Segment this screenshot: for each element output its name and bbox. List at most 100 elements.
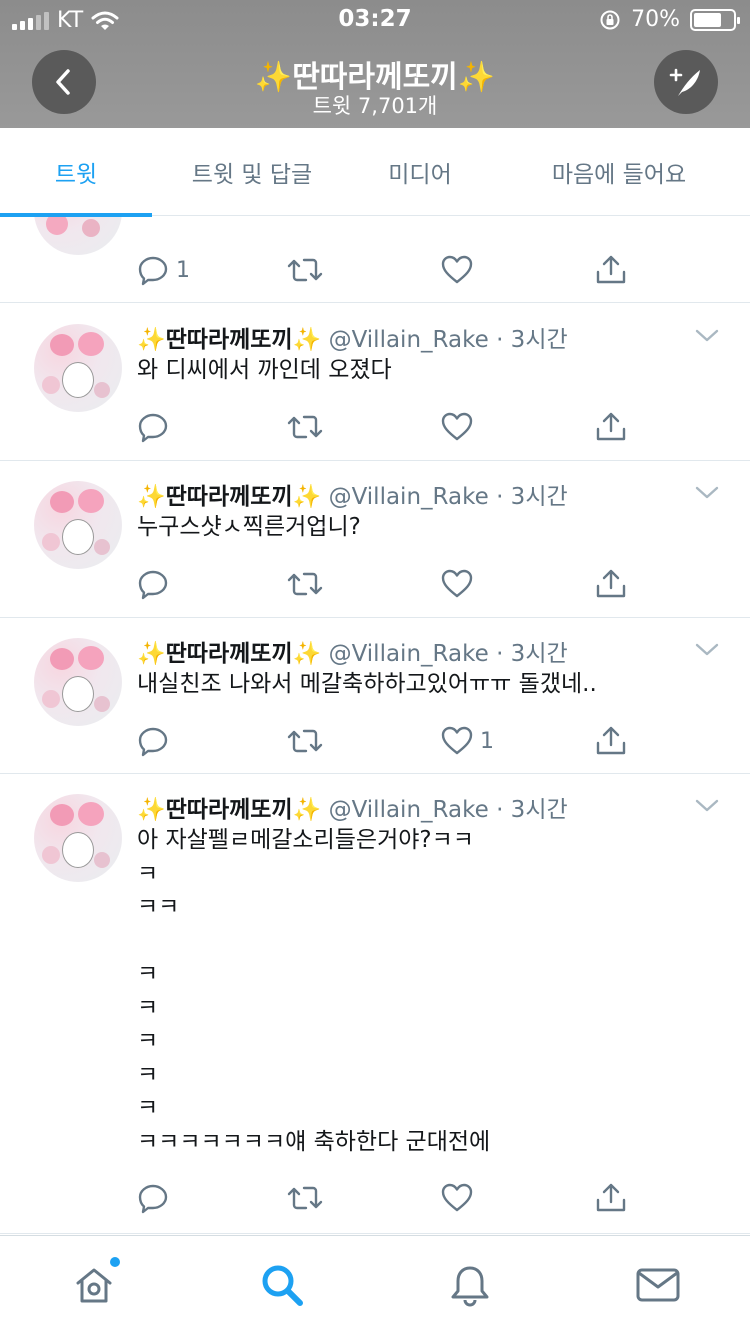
reply-button[interactable]: 1 xyxy=(136,250,190,290)
tweet-actions xyxy=(136,564,656,604)
battery-icon xyxy=(690,8,740,31)
tab-tweets-and-replies[interactable]: 트윗 및 답글 xyxy=(152,128,352,216)
reply-icon xyxy=(138,413,168,443)
display-name[interactable]: 딴따라께또끼 xyxy=(166,797,293,823)
reply-button[interactable] xyxy=(136,407,176,447)
tab-media[interactable]: 미디어 xyxy=(352,128,488,216)
reply-icon xyxy=(138,727,168,757)
like-button[interactable] xyxy=(440,250,474,290)
tweet-count: 트윗 7,701개 xyxy=(312,94,438,118)
share-button[interactable] xyxy=(594,721,628,761)
tweet-text: 누구스샷ㅅ찍른거업니? xyxy=(137,514,361,540)
profile-header: KT 03:27 70% ✨딴따라께또끼✨ 트윗 7,701개 xyxy=(0,0,750,128)
like-button[interactable] xyxy=(440,1178,480,1218)
like-count: 1 xyxy=(480,728,494,754)
tweet-feed[interactable]: 1 ✨딴따라께또끼✨ @Villain_Rake · 3시간 와 디씨에서 까인… xyxy=(0,217,750,1235)
like-button[interactable] xyxy=(440,564,480,604)
user-handle[interactable]: @Villain_Rake xyxy=(329,484,489,510)
share-button[interactable] xyxy=(594,407,628,447)
heart-icon xyxy=(441,255,473,284)
avatar[interactable] xyxy=(34,794,122,882)
user-handle[interactable]: @Villain_Rake xyxy=(329,327,489,353)
sparkles-emoji: ✨ xyxy=(137,641,166,667)
like-button[interactable]: 1 xyxy=(440,721,494,761)
compose-tweet-icon xyxy=(669,68,700,96)
tab-likes[interactable]: 마음에 들어요 xyxy=(488,128,750,216)
retweet-icon xyxy=(287,572,323,596)
tweet-text: 아 자살펠ㄹ메갈소리들은거야?ㅋㅋ ㅋ ㅋㅋ ㅋ ㅋ ㅋ ㅋ ㅋ ㅋㅋㅋㅋㅋㅋㅋ… xyxy=(137,827,491,1155)
heart-icon xyxy=(441,726,473,755)
tweet-time: · 3시간 xyxy=(496,797,568,823)
reply-button[interactable] xyxy=(136,564,176,604)
tweet-card[interactable]: ✨딴따라께또끼✨ @Villain_Rake · 3시간 아 자살펠ㄹ메갈소리들… xyxy=(0,774,750,1234)
reply-icon xyxy=(138,256,168,286)
nav-search-button[interactable] xyxy=(258,1261,306,1309)
retweet-icon xyxy=(287,1186,323,1210)
share-icon xyxy=(596,726,626,755)
bottom-tab-bar xyxy=(0,1235,750,1334)
share-icon xyxy=(596,412,626,441)
tweet-time: · 3시간 xyxy=(496,327,568,353)
home-icon xyxy=(76,1268,112,1303)
sparkles-emoji: ✨ xyxy=(137,484,166,510)
chevron-down-icon[interactable] xyxy=(694,485,720,501)
share-button[interactable] xyxy=(594,1178,628,1218)
retweet-icon xyxy=(287,415,323,439)
chevron-down-icon[interactable] xyxy=(694,642,720,658)
nav-home-button[interactable] xyxy=(70,1257,120,1309)
heart-icon xyxy=(441,569,473,598)
share-button[interactable] xyxy=(594,250,628,290)
retweet-button[interactable] xyxy=(286,1178,324,1218)
avatar[interactable] xyxy=(34,324,122,412)
retweet-button[interactable] xyxy=(286,250,324,290)
nav-notifications-button[interactable] xyxy=(446,1261,494,1309)
rotation-lock-icon xyxy=(600,10,620,29)
sparkles-emoji: ✨ xyxy=(292,797,322,823)
tweet-header: ✨딴따라께또끼✨ @Villain_Rake · 3시간 xyxy=(137,634,568,668)
display-name[interactable]: 딴따라께또끼 xyxy=(166,327,293,353)
like-button[interactable] xyxy=(440,407,480,447)
reply-button[interactable] xyxy=(136,721,176,761)
retweet-button[interactable] xyxy=(286,564,324,604)
nav-messages-button[interactable] xyxy=(634,1261,682,1309)
tweet-time: · 3시간 xyxy=(496,641,568,667)
tweet-card[interactable]: ✨딴따라께또끼✨ @Villain_Rake · 3시간 내실친조 나와서 메갈… xyxy=(0,618,750,774)
tweet-actions: 1 xyxy=(136,721,656,761)
share-button[interactable] xyxy=(594,564,628,604)
avatar[interactable] xyxy=(34,638,122,726)
user-handle[interactable]: @Villain_Rake xyxy=(329,641,489,667)
reply-icon xyxy=(138,570,168,600)
display-name[interactable]: 딴따라께또끼 xyxy=(166,641,293,667)
tab-tweets[interactable]: 트윗 xyxy=(0,128,152,217)
tweet-card[interactable]: 1 xyxy=(0,217,750,303)
avatar[interactable] xyxy=(34,481,122,569)
heart-icon xyxy=(441,1183,473,1212)
tweet-time: · 3시간 xyxy=(496,484,568,510)
battery-percent: 70% xyxy=(631,7,680,32)
share-icon xyxy=(596,255,626,284)
tweet-card[interactable]: ✨딴따라께또끼✨ @Villain_Rake · 3시간 누구스샷ㅅ찍른거업니? xyxy=(0,461,750,618)
user-handle[interactable]: @Villain_Rake xyxy=(329,797,489,823)
chevron-down-icon[interactable] xyxy=(694,328,720,344)
compose-tweet-button[interactable] xyxy=(654,50,718,114)
retweet-icon xyxy=(287,729,323,753)
status-bar: KT 03:27 70% xyxy=(0,0,750,40)
sparkles-emoji: ✨ xyxy=(292,327,322,353)
tweet-card[interactable]: ✨딴따라께또끼✨ @Villain_Rake · 3시간 와 디씨에서 까인데 … xyxy=(0,304,750,461)
reply-button[interactable] xyxy=(136,1178,176,1218)
chevron-down-icon[interactable] xyxy=(694,798,720,814)
tweet-header: ✨딴따라께또끼✨ @Villain_Rake · 3시간 xyxy=(137,790,568,824)
avatar[interactable] xyxy=(34,217,122,255)
tweet-actions xyxy=(136,407,656,447)
tweet-text: 와 디씨에서 까인데 오졌다 xyxy=(137,357,392,383)
retweet-button[interactable] xyxy=(286,407,324,447)
retweet-icon xyxy=(287,258,323,282)
share-icon xyxy=(596,1183,626,1212)
display-name[interactable]: 딴따라께또끼 xyxy=(166,484,293,510)
retweet-button[interactable] xyxy=(286,721,324,761)
bell-icon xyxy=(451,1266,489,1307)
search-icon xyxy=(262,1265,303,1306)
new-content-dot xyxy=(110,1257,120,1267)
sparkles-emoji: ✨ xyxy=(292,641,322,667)
tweet-text: 내실친조 나와서 메갈축하하고있어ㅠㅠ 돌갰네.. xyxy=(137,671,597,697)
